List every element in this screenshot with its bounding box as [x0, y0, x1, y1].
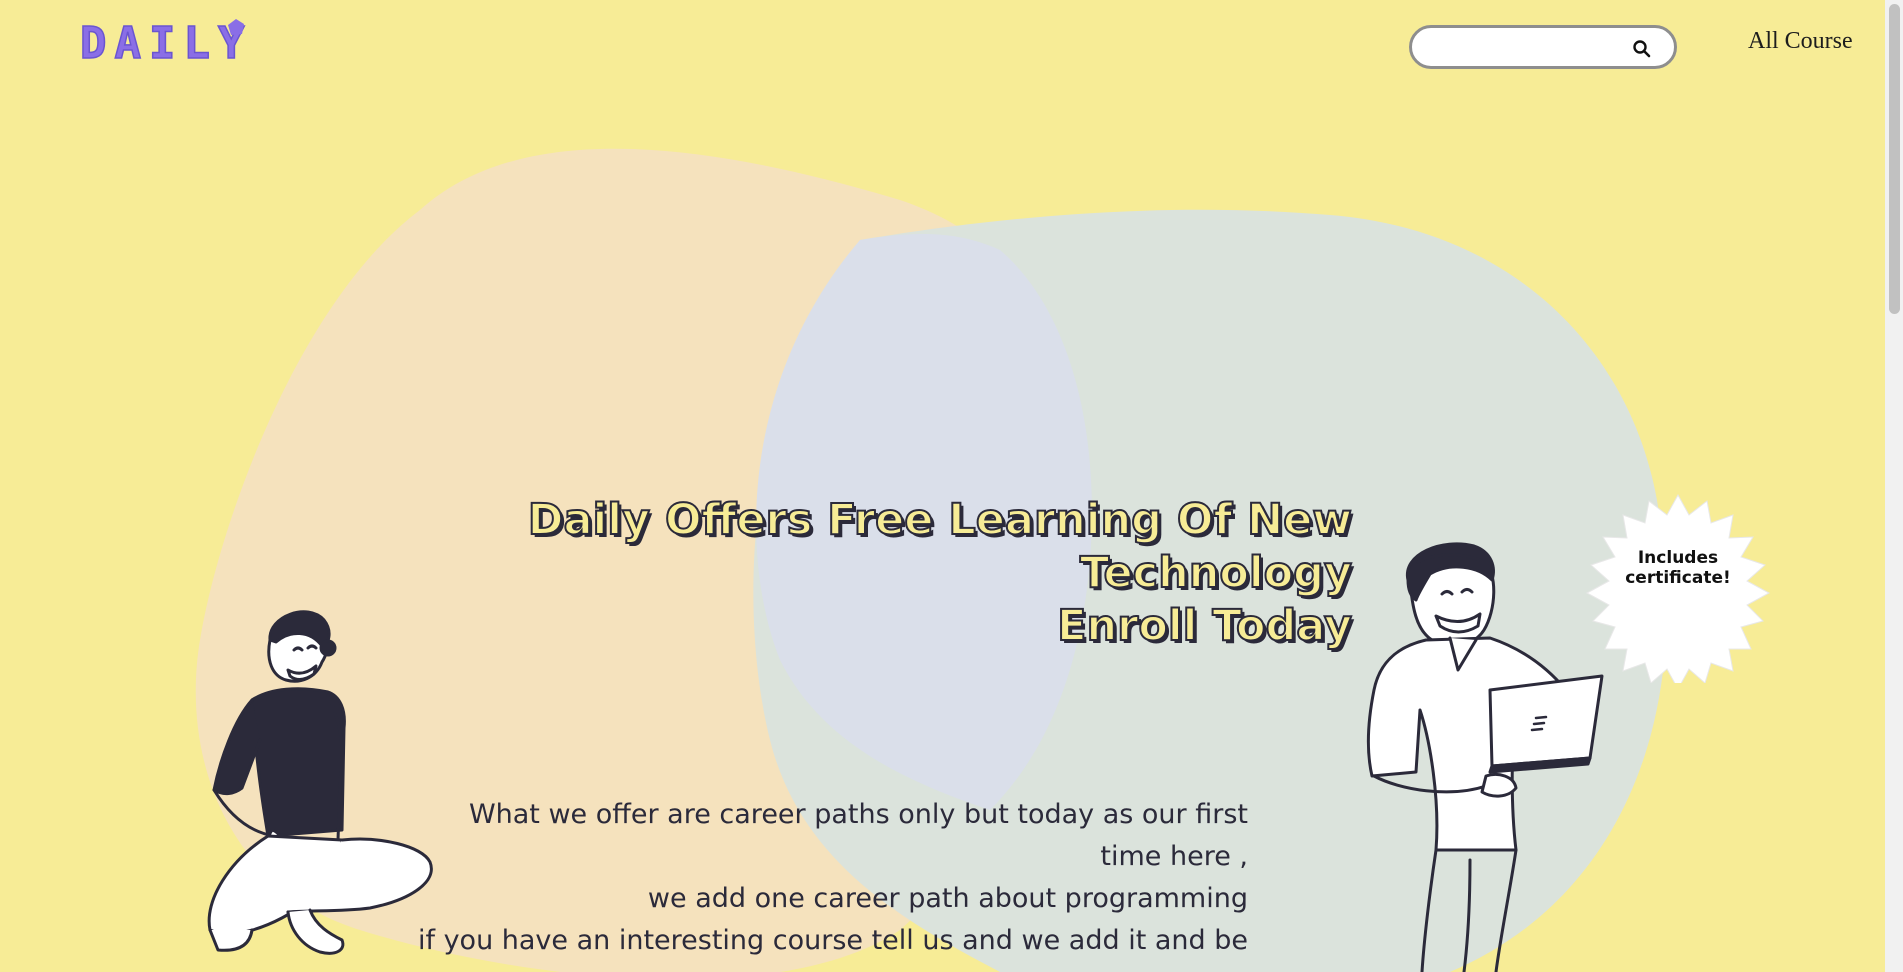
search-box[interactable]	[1409, 25, 1677, 69]
headline-line-1: Daily Offers Free Learning Of New Techno…	[527, 494, 1353, 599]
search-icon[interactable]	[1632, 39, 1652, 59]
description-line-3: if you have an interesting course tell u…	[417, 925, 1248, 956]
sitting-person-illustration	[207, 610, 433, 955]
description-line-2: we add one career path about programming	[647, 883, 1248, 914]
standing-person-illustration	[1366, 542, 1604, 972]
search-input[interactable]	[1428, 34, 1632, 64]
logo-dot-icon	[228, 19, 244, 35]
description-line-1: What we offer are career paths only but …	[468, 799, 1248, 872]
hero-description: What we offer are career paths only but …	[400, 794, 1248, 962]
scrollbar-thumb[interactable]	[1889, 4, 1900, 314]
nav-all-course[interactable]: All Course	[1748, 28, 1853, 55]
brand-logo[interactable]: DAILY	[79, 17, 252, 70]
